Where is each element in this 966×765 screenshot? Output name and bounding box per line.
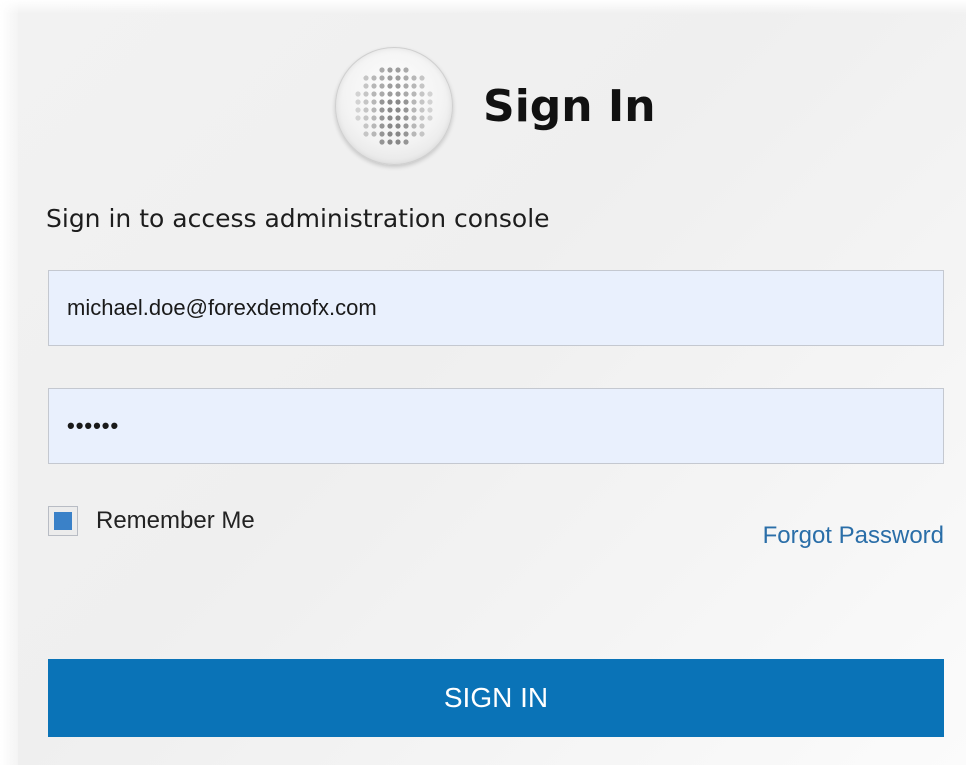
logo-dots-graphic	[355, 67, 433, 145]
forgot-password-link[interactable]: Forgot Password	[763, 522, 944, 550]
sign-in-button-label: SIGN IN	[443, 682, 549, 713]
page-subtitle: Sign in to access administration console	[46, 204, 550, 233]
checkbox-checked-icon	[54, 512, 72, 530]
remember-me-checkbox[interactable]	[48, 506, 78, 536]
page-title: Sign In	[483, 80, 656, 132]
password-field[interactable]: ••••••	[48, 388, 944, 464]
sign-in-panel: Sign In Sign in to access administration…	[0, 0, 966, 765]
email-field[interactable]: michael.doe@forexdemofx.com	[48, 270, 944, 346]
header: Sign In	[335, 46, 656, 166]
password-value: ••••••	[67, 413, 120, 438]
email-value: michael.doe@forexdemofx.com	[67, 295, 377, 320]
remember-me-label: Remember Me	[96, 507, 255, 534]
remember-me[interactable]: Remember Me	[48, 506, 255, 536]
sign-in-button[interactable]: SIGN IN	[48, 659, 944, 737]
dotted-globe-logo-icon	[335, 47, 453, 165]
